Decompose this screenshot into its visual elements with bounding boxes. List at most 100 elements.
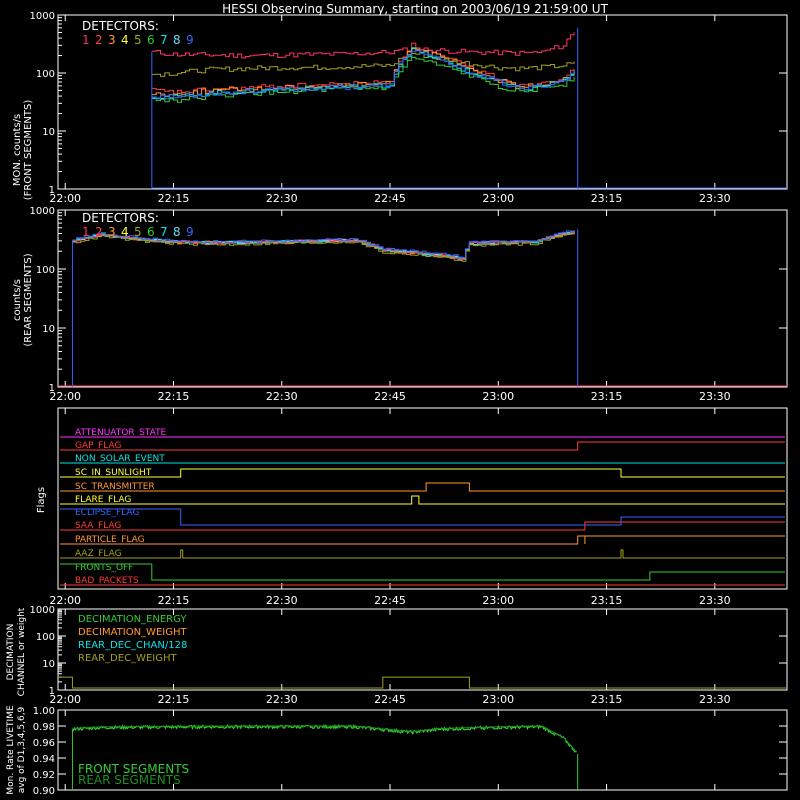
rear-legend-num: 1 — [82, 225, 90, 239]
rear-ylabel-1: counts/s — [12, 279, 23, 321]
series-9 — [151, 49, 575, 100]
decim-x-tick-label: 23:15 — [591, 693, 623, 706]
series-3 — [151, 48, 575, 97]
rear-ylabel-2: (REAR SEGMENTS) — [23, 253, 34, 346]
flag-label-gap_flag: GAP_FLAG — [75, 441, 121, 451]
decim-x-tick-label: 22:00 — [49, 693, 81, 706]
flag-line-flare_flag — [60, 495, 785, 505]
front-legend-title: DETECTORS: — [82, 19, 159, 33]
series-decimation-energy — [58, 676, 787, 689]
flag-line-fronts_off — [60, 563, 785, 581]
front-legend-num: 3 — [108, 33, 116, 47]
live-ytick-label: 0.94 — [33, 754, 55, 765]
flags-x-tick-label: 22:45 — [374, 594, 406, 607]
live-ytick-label: 0.92 — [33, 770, 55, 781]
series-1 — [151, 32, 575, 59]
plot-title: HESSI Observing Summary, starting on 200… — [222, 2, 608, 16]
series-front-livetime — [72, 723, 577, 753]
flags-panel-frame — [57, 407, 788, 590]
rear-legend-num: 4 — [121, 225, 129, 239]
front-x-tick-label: 22:15 — [158, 192, 190, 205]
flag-label-fronts_off: FRONTS_OFF — [75, 563, 133, 573]
flag-line-gap_flag — [60, 441, 785, 451]
decim-x-tick-label: 23:00 — [482, 693, 514, 706]
series-rear-livetime — [72, 725, 578, 753]
flags-ylabel: Flags — [36, 487, 47, 513]
flag-label-saa_flag: SAA_FLAG — [75, 521, 121, 531]
flags-x-tick-label: 23:30 — [699, 594, 731, 607]
front-x-tick-label: 22:45 — [374, 192, 406, 205]
front-x-tick-label: 23:30 — [699, 192, 731, 205]
front-legend-num: 7 — [160, 33, 168, 47]
rear-ytick-label: 100 — [36, 265, 55, 276]
flag-line-eclipse_flag — [60, 508, 785, 526]
flag-label-eclipse_flag: ECLIPSE_FLAG — [75, 508, 139, 518]
flag-label-sc_in_sunlight: SC_IN_SUNLIGHT — [75, 468, 152, 478]
front-ylabel-2: (FRONT SEGMENTS) — [23, 100, 34, 201]
decim-ylabel-2: CHANNEL or weight — [17, 607, 27, 696]
front-legend-num: 9 — [186, 33, 194, 47]
front-ytick-label: 10 — [42, 127, 55, 138]
front-ytick-label: 100 — [36, 69, 55, 80]
rear-x-tick-label: 22:15 — [158, 390, 190, 403]
flag-label-particle_flag: PARTICLE_FLAG — [75, 535, 145, 545]
front-x-tick-label: 22:30 — [266, 192, 298, 205]
decim-x-tick-label: 22:15 — [158, 693, 190, 706]
front-x-tick-label: 23:15 — [591, 192, 623, 205]
decim-legend-0: DECIMATION_ENERGY — [78, 614, 187, 625]
flags-x-tick-label: 22:15 — [158, 594, 190, 607]
front-ytick-label: 1000 — [30, 11, 55, 22]
front-ylabel-1: MON. counts/s — [12, 114, 23, 186]
decim-ytick-label: 100 — [36, 632, 55, 643]
rear-ytick-label: 1000 — [30, 206, 55, 217]
decim-legend-1: DECIMATION_WEIGHT — [78, 627, 187, 638]
front-x-tick-label: 23:00 — [482, 192, 514, 205]
flag-line-saa_flag — [60, 521, 785, 531]
decim-ylabel-1: DECIMATION — [6, 624, 16, 681]
live-ylabel-1: Mon. Rate LIVETIME — [6, 705, 16, 795]
flag-line-particle_flag — [60, 535, 785, 545]
live-ytick-label: 0.98 — [33, 722, 55, 733]
rear-x-tick-label: 22:00 — [49, 390, 81, 403]
front-legend-num: 6 — [147, 33, 155, 47]
rear-x-tick-label: 22:45 — [374, 390, 406, 403]
decim-x-tick-label: 23:30 — [699, 693, 731, 706]
summary-plot: HESSI Observing Summary, starting on 200… — [6, 2, 788, 797]
plot-layer: 110100100022:00 22:15 22:30 22:45 23:00 23:15… — [6, 11, 788, 797]
rear-legend-num: 2 — [95, 225, 103, 239]
front-legend-num: 1 — [82, 33, 90, 47]
series-5 — [151, 52, 575, 77]
live-ytick-label: 0.96 — [33, 738, 55, 749]
decim-legend-3: REAR_DEC_WEIGHT — [78, 653, 177, 664]
live-ytick-label: 1.00 — [33, 706, 55, 717]
flags-x-tick-label: 23:00 — [482, 594, 514, 607]
rear-x-tick-label: 22:30 — [266, 390, 298, 403]
flag-label-attenuator_state: ATTENUATOR_STATE — [75, 428, 167, 438]
rear-x-tick-label: 23:00 — [482, 390, 514, 403]
rear-x-tick-label: 23:15 — [591, 390, 623, 403]
flag-line-sc_transmitter — [60, 482, 785, 492]
rear-legend-num: 9 — [186, 225, 194, 239]
rear-x-tick-label: 23:30 — [699, 390, 731, 403]
rear-legend-title: DETECTORS: — [82, 211, 159, 225]
rear-legend-num: 7 — [160, 225, 168, 239]
flags-x-tick-label: 23:15 — [591, 594, 623, 607]
flag-line-aaz_flag — [60, 549, 785, 559]
front-legend-num: 2 — [95, 33, 103, 47]
rear-legend-num: 6 — [147, 225, 155, 239]
flag-label-flare_flag: FLARE_FLAG — [75, 495, 131, 505]
rear-legend-num: 5 — [134, 225, 142, 239]
front-x-tick-label: 22:00 — [49, 192, 81, 205]
front-legend-num: 5 — [134, 33, 142, 47]
decim-x-tick-label: 22:30 — [266, 693, 298, 706]
flag-label-non_solar_event: NON_SOLAR_EVENT — [75, 454, 165, 464]
decim-ytick-label: 10 — [42, 659, 55, 670]
flags-x-tick-label: 22:30 — [266, 594, 298, 607]
flag-label-bad_packets: BAD_PACKETS — [75, 576, 139, 586]
live-ytick-label: 0.90 — [33, 786, 55, 797]
live-ylabel-2: avg of D1,3,4,5,6,9 — [17, 706, 27, 793]
rear-legend-num: 3 — [108, 225, 116, 239]
front-legend-num: 4 — [121, 33, 129, 47]
decim-x-tick-label: 22:45 — [374, 693, 406, 706]
rear-legend-num: 8 — [173, 225, 181, 239]
